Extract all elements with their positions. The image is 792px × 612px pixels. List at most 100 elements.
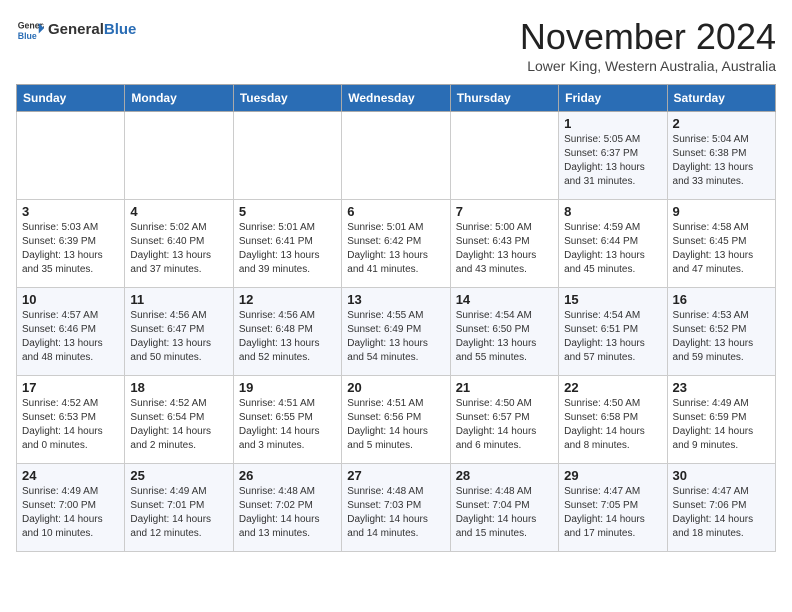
calendar-cell: 29 Sunrise: 4:47 AM Sunset: 7:05 PM Dayli… xyxy=(559,464,667,552)
calendar-cell: 20 Sunrise: 4:51 AM Sunset: 6:56 PM Dayli… xyxy=(342,376,450,464)
day-number: 17 xyxy=(22,380,119,395)
day-number: 6 xyxy=(347,204,444,219)
day-number: 7 xyxy=(456,204,553,219)
day-info: Sunrise: 4:51 AM Sunset: 6:56 PM Dayligh… xyxy=(347,397,444,453)
day-info: Sunrise: 4:48 AM Sunset: 7:02 PM Dayligh… xyxy=(239,485,336,541)
calendar-cell: 6 Sunrise: 5:01 AM Sunset: 6:42 PM Daylig… xyxy=(342,200,450,288)
calendar-week-5: 24 Sunrise: 4:49 AM Sunset: 7:00 PM Dayli… xyxy=(17,464,776,552)
calendar-header-sunday: Sunday xyxy=(17,85,125,112)
day-number: 4 xyxy=(130,204,227,219)
day-number: 16 xyxy=(673,292,770,307)
calendar-week-3: 10Sunrise: 4:57 AM Sunset: 6:46 PM Dayli… xyxy=(17,288,776,376)
calendar-cell: 19 Sunrise: 4:51 AM Sunset: 6:55 PM Dayli… xyxy=(233,376,341,464)
logo-blue: Blue xyxy=(104,22,137,39)
calendar-cell: 16Sunrise: 4:53 AM Sunset: 6:52 PM Dayli… xyxy=(667,288,775,376)
day-number: 1 xyxy=(564,116,661,131)
calendar-cell: 4 Sunrise: 5:02 AM Sunset: 6:40 PM Daylig… xyxy=(125,200,233,288)
day-info: Sunrise: 5:00 AM Sunset: 6:43 PM Dayligh… xyxy=(456,221,553,277)
calendar-cell: 27 Sunrise: 4:48 AM Sunset: 7:03 PM Dayli… xyxy=(342,464,450,552)
calendar-header-friday: Friday xyxy=(559,85,667,112)
day-info: Sunrise: 4:47 AM Sunset: 7:05 PM Dayligh… xyxy=(564,485,661,541)
day-number: 3 xyxy=(22,204,119,219)
header: General Blue General Blue November 2024 … xyxy=(16,16,776,74)
calendar-table: SundayMondayTuesdayWednesdayThursdayFrid… xyxy=(16,84,776,552)
calendar-cell: 17 Sunrise: 4:52 AM Sunset: 6:53 PM Dayli… xyxy=(17,376,125,464)
month-title: November 2024 xyxy=(520,16,776,58)
day-number: 19 xyxy=(239,380,336,395)
day-number: 20 xyxy=(347,380,444,395)
calendar-cell: 5 Sunrise: 5:01 AM Sunset: 6:41 PM Daylig… xyxy=(233,200,341,288)
calendar-week-4: 17 Sunrise: 4:52 AM Sunset: 6:53 PM Dayli… xyxy=(17,376,776,464)
calendar-cell: 25 Sunrise: 4:49 AM Sunset: 7:01 PM Dayli… xyxy=(125,464,233,552)
day-info: Sunrise: 5:04 AM Sunset: 6:38 PM Dayligh… xyxy=(673,133,770,189)
calendar-cell: 7 Sunrise: 5:00 AM Sunset: 6:43 PM Daylig… xyxy=(450,200,558,288)
day-number: 25 xyxy=(130,468,227,483)
calendar-header-monday: Monday xyxy=(125,85,233,112)
day-number: 23 xyxy=(673,380,770,395)
calendar-header-wednesday: Wednesday xyxy=(342,85,450,112)
day-number: 22 xyxy=(564,380,661,395)
calendar-cell: 21 Sunrise: 4:50 AM Sunset: 6:57 PM Dayli… xyxy=(450,376,558,464)
day-info: Sunrise: 4:52 AM Sunset: 6:53 PM Dayligh… xyxy=(22,397,119,453)
calendar-cell: 2 Sunrise: 5:04 AM Sunset: 6:38 PM Daylig… xyxy=(667,112,775,200)
calendar-cell xyxy=(233,112,341,200)
logo-icon: General Blue xyxy=(16,16,44,44)
day-number: 24 xyxy=(22,468,119,483)
calendar-header-saturday: Saturday xyxy=(667,85,775,112)
day-info: Sunrise: 4:50 AM Sunset: 6:58 PM Dayligh… xyxy=(564,397,661,453)
calendar-week-1: 1 Sunrise: 5:05 AM Sunset: 6:37 PM Daylig… xyxy=(17,112,776,200)
calendar-cell xyxy=(125,112,233,200)
calendar-cell: 9 Sunrise: 4:58 AM Sunset: 6:45 PM Daylig… xyxy=(667,200,775,288)
day-number: 15 xyxy=(564,292,661,307)
calendar-cell: 8Sunrise: 4:59 AM Sunset: 6:44 PM Daylig… xyxy=(559,200,667,288)
day-number: 30 xyxy=(673,468,770,483)
location-subtitle: Lower King, Western Australia, Australia xyxy=(520,58,776,74)
day-info: Sunrise: 4:49 AM Sunset: 7:00 PM Dayligh… xyxy=(22,485,119,541)
calendar-header-row: SundayMondayTuesdayWednesdayThursdayFrid… xyxy=(17,85,776,112)
calendar-cell: 30 Sunrise: 4:47 AM Sunset: 7:06 PM Dayli… xyxy=(667,464,775,552)
day-info: Sunrise: 5:01 AM Sunset: 6:41 PM Dayligh… xyxy=(239,221,336,277)
calendar-cell: 3 Sunrise: 5:03 AM Sunset: 6:39 PM Daylig… xyxy=(17,200,125,288)
day-info: Sunrise: 4:50 AM Sunset: 6:57 PM Dayligh… xyxy=(456,397,553,453)
day-info: Sunrise: 4:52 AM Sunset: 6:54 PM Dayligh… xyxy=(130,397,227,453)
day-number: 8 xyxy=(564,204,661,219)
svg-text:Blue: Blue xyxy=(18,31,37,41)
calendar-cell xyxy=(450,112,558,200)
day-number: 29 xyxy=(564,468,661,483)
day-number: 10 xyxy=(22,292,119,307)
day-number: 28 xyxy=(456,468,553,483)
calendar-cell: 11Sunrise: 4:56 AM Sunset: 6:47 PM Dayli… xyxy=(125,288,233,376)
calendar-cell: 10Sunrise: 4:57 AM Sunset: 6:46 PM Dayli… xyxy=(17,288,125,376)
day-info: Sunrise: 5:03 AM Sunset: 6:39 PM Dayligh… xyxy=(22,221,119,277)
title-area: November 2024 Lower King, Western Austra… xyxy=(520,16,776,74)
day-number: 27 xyxy=(347,468,444,483)
day-info: Sunrise: 4:56 AM Sunset: 6:47 PM Dayligh… xyxy=(130,309,227,365)
day-number: 2 xyxy=(673,116,770,131)
calendar-cell: 14Sunrise: 4:54 AM Sunset: 6:50 PM Dayli… xyxy=(450,288,558,376)
day-info: Sunrise: 5:02 AM Sunset: 6:40 PM Dayligh… xyxy=(130,221,227,277)
day-info: Sunrise: 4:49 AM Sunset: 7:01 PM Dayligh… xyxy=(130,485,227,541)
calendar-cell xyxy=(17,112,125,200)
logo: General Blue General Blue xyxy=(16,16,136,44)
day-info: Sunrise: 5:01 AM Sunset: 6:42 PM Dayligh… xyxy=(347,221,444,277)
calendar-cell: 15Sunrise: 4:54 AM Sunset: 6:51 PM Dayli… xyxy=(559,288,667,376)
day-number: 14 xyxy=(456,292,553,307)
day-info: Sunrise: 4:48 AM Sunset: 7:04 PM Dayligh… xyxy=(456,485,553,541)
calendar-cell: 18Sunrise: 4:52 AM Sunset: 6:54 PM Dayli… xyxy=(125,376,233,464)
day-info: Sunrise: 4:51 AM Sunset: 6:55 PM Dayligh… xyxy=(239,397,336,453)
calendar-cell: 13Sunrise: 4:55 AM Sunset: 6:49 PM Dayli… xyxy=(342,288,450,376)
day-info: Sunrise: 4:48 AM Sunset: 7:03 PM Dayligh… xyxy=(347,485,444,541)
day-info: Sunrise: 4:47 AM Sunset: 7:06 PM Dayligh… xyxy=(673,485,770,541)
day-number: 12 xyxy=(239,292,336,307)
calendar-header-thursday: Thursday xyxy=(450,85,558,112)
calendar-cell: 1 Sunrise: 5:05 AM Sunset: 6:37 PM Daylig… xyxy=(559,112,667,200)
day-number: 5 xyxy=(239,204,336,219)
day-number: 26 xyxy=(239,468,336,483)
logo-wordmark: General Blue xyxy=(48,22,136,39)
day-info: Sunrise: 4:56 AM Sunset: 6:48 PM Dayligh… xyxy=(239,309,336,365)
day-info: Sunrise: 4:58 AM Sunset: 6:45 PM Dayligh… xyxy=(673,221,770,277)
day-number: 21 xyxy=(456,380,553,395)
day-number: 9 xyxy=(673,204,770,219)
day-info: Sunrise: 5:05 AM Sunset: 6:37 PM Dayligh… xyxy=(564,133,661,189)
calendar-cell xyxy=(342,112,450,200)
